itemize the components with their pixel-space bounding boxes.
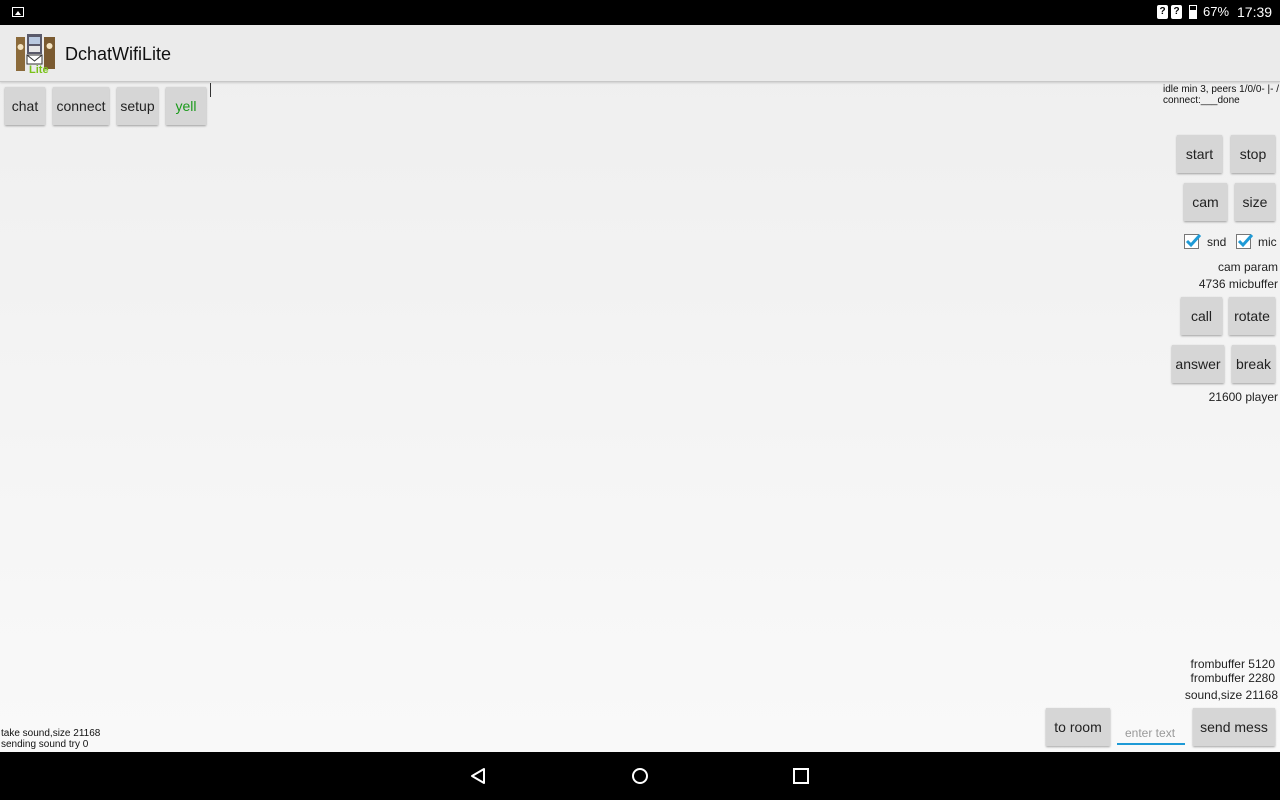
snd-checkbox[interactable] xyxy=(1184,233,1202,249)
stop-button[interactable]: stop xyxy=(1231,135,1275,173)
log-line-1: take sound,size 21168 xyxy=(1,728,101,739)
rotate-button[interactable]: rotate xyxy=(1229,297,1275,335)
mic-checkbox[interactable] xyxy=(1236,233,1254,249)
app-logo-icon: Lite xyxy=(16,34,55,75)
svg-text:Lite: Lite xyxy=(29,64,49,75)
start-button[interactable]: start xyxy=(1177,135,1222,173)
log-line-2: sending sound try 0 xyxy=(1,739,89,750)
navigation-bar xyxy=(0,752,1280,800)
size-button[interactable]: size xyxy=(1235,183,1275,221)
clock: 17:39 xyxy=(1237,4,1273,20)
break-button[interactable]: break xyxy=(1232,345,1275,383)
sim2-signal-icon: ? xyxy=(1171,5,1182,19)
app-title: DchatWifiLite xyxy=(65,44,172,64)
app-bar: Lite DchatWifiLite xyxy=(0,25,1280,82)
checkmark-icon xyxy=(1185,233,1202,248)
status-line-peers: idle min 3, peers 1/0/0- |- / xyxy=(1163,84,1279,95)
message-input[interactable] xyxy=(1117,723,1185,745)
chat-button[interactable]: chat xyxy=(5,87,45,125)
snd-label: snd xyxy=(1207,235,1227,249)
status-line-connect: connect:___done xyxy=(1163,95,1240,106)
player-label: 21600 player xyxy=(1208,390,1278,404)
mic-label: mic xyxy=(1258,235,1277,249)
frombuffer-label-1: frombuffer 5120 xyxy=(1190,657,1276,671)
text-cursor xyxy=(210,83,211,97)
battery-icon xyxy=(1189,5,1197,19)
sound-size-label: sound,size 21168 xyxy=(1184,688,1278,702)
answer-button[interactable]: answer xyxy=(1172,345,1224,383)
status-bar: ? ? 67% 17:39 xyxy=(0,0,1280,25)
cam-button[interactable]: cam xyxy=(1184,183,1227,221)
send-message-button[interactable]: send mess xyxy=(1193,708,1275,746)
back-icon[interactable] xyxy=(469,767,487,785)
connect-button[interactable]: connect xyxy=(53,87,109,125)
battery-percent: 67% xyxy=(1203,4,1230,19)
call-button[interactable]: call xyxy=(1181,297,1222,335)
frombuffer-label-2: frombuffer 2280 xyxy=(1190,671,1276,685)
home-icon[interactable] xyxy=(631,767,649,785)
setup-button[interactable]: setup xyxy=(117,87,158,125)
checkmark-icon xyxy=(1237,233,1254,248)
cam-param-label: cam param xyxy=(1217,260,1278,274)
image-notification-icon xyxy=(12,7,24,17)
recents-icon[interactable] xyxy=(793,768,809,784)
micbuffer-label: 4736 micbuffer xyxy=(1198,277,1278,291)
sim1-signal-icon: ? xyxy=(1157,5,1168,19)
yell-button[interactable]: yell xyxy=(166,87,206,125)
to-room-button[interactable]: to room xyxy=(1046,708,1110,746)
